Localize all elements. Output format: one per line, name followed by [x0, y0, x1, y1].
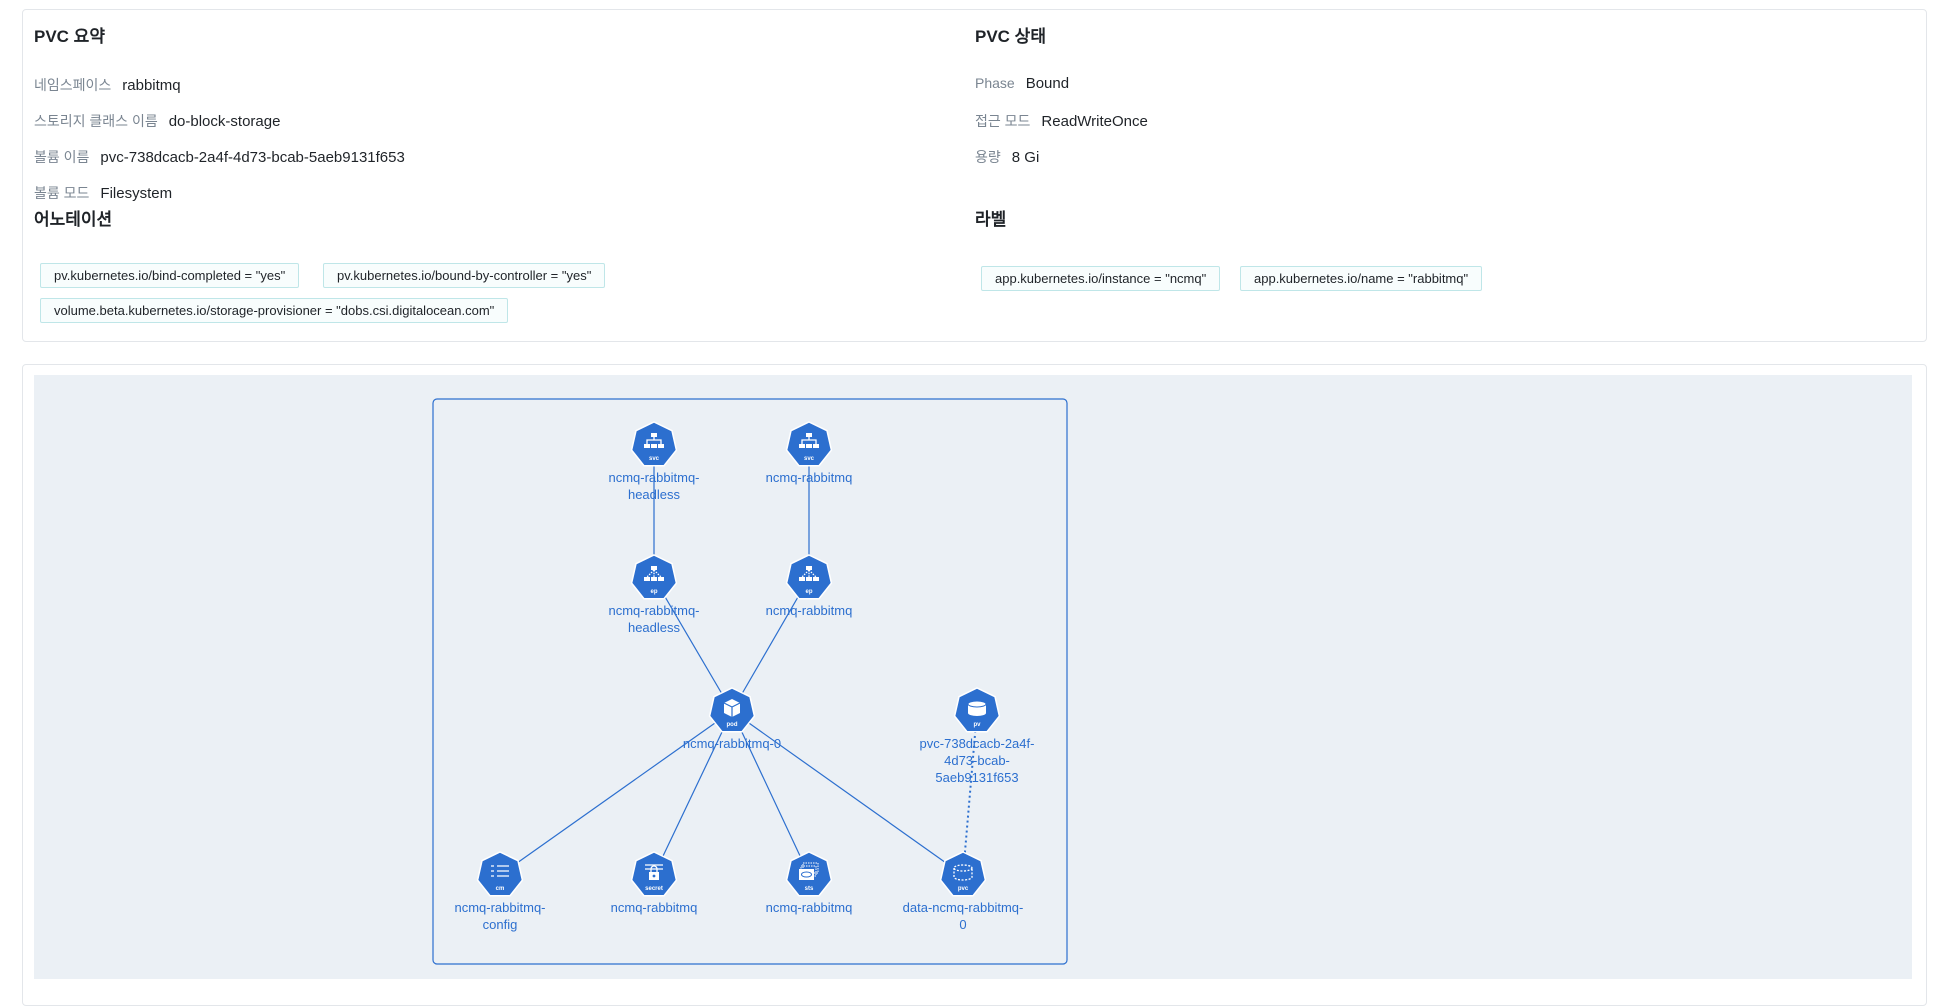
annotation-chip: volume.beta.kubernetes.io/storage-provis… — [40, 298, 509, 323]
namespace-field: 네임스페이스 rabbitmq — [34, 75, 181, 95]
graph-node-svc[interactable]: svc ncmq-rabbitmq — [766, 421, 853, 485]
graph-node-ep[interactable]: ep ncmq-rabbitmq-headless — [608, 554, 700, 635]
resource-graph-canvas[interactable]: svc ncmq-rabbitmq-headless svc ncmq-rabbit… — [34, 375, 1912, 979]
field-value[interactable]: do-block-storage — [169, 113, 281, 130]
capacity-field: 용량 8 Gi — [975, 147, 1039, 167]
node-label: 0 — [959, 917, 966, 932]
field-value: ReadWriteOnce — [1041, 113, 1148, 130]
node-kind-label: cm — [496, 886, 505, 892]
field-value[interactable]: rabbitmq — [122, 77, 180, 94]
graph-node-pod[interactable]: pod ncmq-rabbitmq-0 — [683, 687, 781, 751]
node-label: ncmq-rabbitmq — [766, 470, 853, 485]
field-value[interactable]: pvc-738dcacb-2a4f-4d73-bcab-5aeb9131f653 — [100, 149, 404, 166]
node-label: ncmq-rabbitmq- — [608, 603, 699, 618]
field-label: 네임스페이스 — [34, 77, 112, 93]
node-label: ncmq-rabbitmq-0 — [683, 736, 781, 751]
volume-name-field: 볼륨 이름 pvc-738dcacb-2a4f-4d73-bcab-5aeb913… — [34, 147, 405, 167]
graph-node-sts[interactable]: sts ncmq-rabbitmq — [766, 851, 853, 915]
node-kind-label: svc — [649, 456, 660, 462]
graph-edge — [653, 577, 733, 712]
node-kind-label: secret — [645, 886, 663, 892]
node-kind-label: pvc — [958, 886, 969, 892]
field-label: 접근 모드 — [975, 113, 1031, 129]
node-kind-label: pod — [727, 722, 738, 728]
node-label: config — [483, 917, 518, 932]
node-kind-label: ep — [650, 589, 657, 595]
annotation-chip: pv.kubernetes.io/bound-by-controller = "… — [323, 263, 606, 288]
pvc-summary-title: PVC 요약 — [34, 27, 105, 46]
field-value: Bound — [1025, 75, 1070, 92]
annotation-chip: pv.kubernetes.io/bind-completed = "yes" — [40, 263, 300, 288]
graph-node-cm[interactable]: cm ncmq-rabbitmq-config — [454, 851, 546, 932]
node-label: ncmq-rabbitmq — [766, 603, 853, 618]
persistent-volume-icon — [967, 700, 987, 716]
volume-mode-field: 볼륨 모드 Filesystem — [34, 183, 172, 203]
node-label: pvc-738dcacb-2a4f- — [920, 736, 1035, 751]
labels-title: 라벨 — [975, 210, 1007, 229]
node-label: data-ncmq-rabbitmq- — [903, 900, 1024, 915]
graph-node-pv[interactable]: pv pvc-738dcacb-2a4f- 4d73-bcab- 5aeb9131f6… — [920, 687, 1035, 785]
label-chip: app.kubernetes.io/name = "rabbitmq" — [1240, 266, 1483, 291]
node-label: headless — [628, 620, 681, 635]
node-kind-label: svc — [804, 456, 815, 462]
node-kind-label: ep — [805, 589, 812, 595]
phase-field: Phase Bound — [975, 75, 1069, 92]
node-label: 5aeb9131f653 — [935, 770, 1018, 785]
field-label: Phase — [975, 75, 1015, 91]
graph-node-svc[interactable]: svc ncmq-rabbitmq-headless — [608, 421, 700, 502]
graph-node-ep[interactable]: ep ncmq-rabbitmq — [766, 554, 853, 618]
node-kind-label: sts — [805, 886, 814, 892]
graph-node-secret[interactable]: secret ncmq-rabbitmq — [611, 851, 698, 915]
field-label: 용량 — [975, 149, 1001, 165]
field-value: Filesystem — [100, 185, 173, 202]
pvc-status-title: PVC 상태 — [975, 27, 1046, 46]
node-label: 4d73-bcab- — [944, 753, 1010, 768]
node-label: ncmq-rabbitmq- — [454, 900, 545, 915]
node-kind-label: pv — [973, 722, 981, 728]
annotations-title: 어노테이션 — [34, 210, 113, 229]
field-label: 볼륨 이름 — [34, 149, 90, 165]
pvc-summary-card — [22, 9, 1927, 342]
access-mode-field: 접근 모드 ReadWriteOnce — [975, 111, 1148, 131]
node-label: ncmq-rabbitmq — [611, 900, 698, 915]
node-label: ncmq-rabbitmq- — [608, 470, 699, 485]
graph-node-pvc[interactable]: pvc data-ncmq-rabbitmq- 0 — [903, 851, 1024, 932]
storage-class-field: 스토리지 클래스 이름 do-block-storage — [34, 111, 280, 131]
field-label: 스토리지 클래스 이름 — [34, 113, 158, 129]
label-chip: app.kubernetes.io/instance = "ncmq" — [981, 266, 1221, 291]
field-value: 8 Gi — [1011, 149, 1040, 166]
node-label: ncmq-rabbitmq — [766, 900, 853, 915]
node-label: headless — [628, 487, 681, 502]
field-label: 볼륨 모드 — [34, 185, 90, 201]
